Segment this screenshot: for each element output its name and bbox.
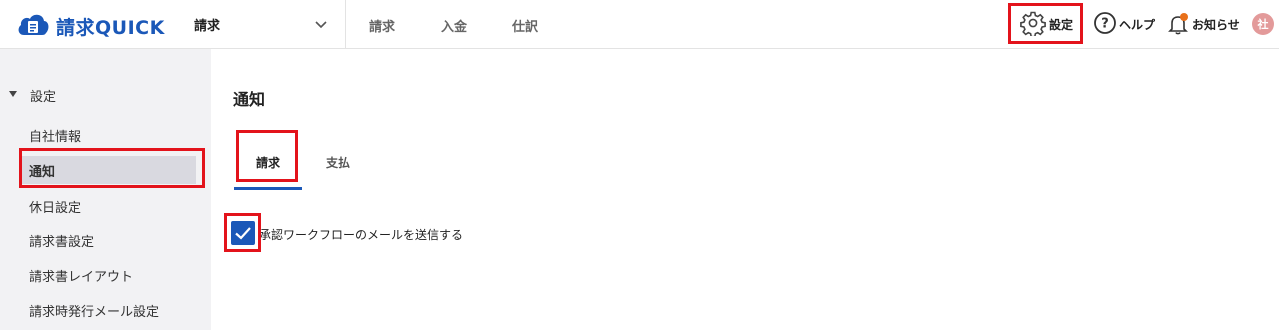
svg-text:?: ? bbox=[1101, 16, 1109, 31]
caret-down-icon bbox=[8, 88, 18, 103]
bell-icon bbox=[1168, 12, 1188, 36]
sidebar-item-label: 請求書設定 bbox=[29, 234, 95, 250]
avatar-initial: 社 bbox=[1252, 13, 1274, 35]
sidebar-item-label: 自社情報 bbox=[29, 129, 82, 145]
help-label: ヘルプ bbox=[1119, 17, 1156, 32]
notification-dot bbox=[1180, 13, 1188, 21]
sidebar-item-holiday[interactable]: 休日設定 bbox=[22, 192, 196, 220]
gear-icon bbox=[1020, 10, 1046, 39]
sidebar-item-invoice-settings[interactable]: 請求書設定 bbox=[22, 226, 196, 254]
sidebar-item-label: 請求書レイアウト bbox=[29, 269, 134, 285]
nav-payment-received[interactable]: 入金 bbox=[441, 16, 467, 35]
app-logo[interactable]: 請求QUICK bbox=[16, 9, 165, 43]
help-button[interactable]: ? ヘルプ bbox=[1093, 0, 1155, 48]
nav-journal[interactable]: 仕訳 bbox=[512, 16, 538, 35]
logo-text: 請求QUICK bbox=[56, 16, 165, 39]
check-icon bbox=[231, 227, 255, 249]
tab-payment[interactable]: 支払 bbox=[326, 154, 350, 171]
help-icon: ? bbox=[1093, 11, 1117, 38]
product-select[interactable]: 請求 bbox=[194, 13, 334, 35]
sidebar-item-label: 通知 bbox=[29, 164, 56, 180]
sidebar-item-invoice-layout[interactable]: 請求書レイアウト bbox=[22, 261, 196, 289]
cloud-logo-icon bbox=[16, 9, 50, 43]
tab-invoice[interactable]: 請求 bbox=[256, 154, 280, 171]
avatar[interactable]: 社 bbox=[1252, 0, 1274, 48]
page-title: 通知 bbox=[233, 90, 266, 109]
nav-invoice[interactable]: 請求 bbox=[369, 16, 395, 35]
notice-label: お知らせ bbox=[1192, 17, 1240, 32]
chevron-down-icon bbox=[314, 17, 328, 36]
settings-button[interactable]: 設定 bbox=[1020, 0, 1073, 48]
sidebar: 設定 自社情報 通知 休日設定 請求書設定 請求書レイアウト 請求時発行メール設… bbox=[0, 49, 211, 330]
product-select-value: 請求 bbox=[194, 18, 221, 34]
sidebar-item-label: 休日設定 bbox=[29, 200, 82, 216]
active-tab-indicator bbox=[234, 187, 302, 190]
approval-mail-label[interactable]: 承認ワークフローのメールを送信する bbox=[259, 226, 463, 243]
header-divider bbox=[345, 0, 346, 48]
sidebar-group-label: 設定 bbox=[30, 90, 57, 105]
notice-button[interactable]: お知らせ bbox=[1168, 0, 1240, 48]
sidebar-group-settings[interactable]: 設定 bbox=[8, 86, 56, 105]
sidebar-item-label: 請求時発行メール設定 bbox=[29, 304, 160, 320]
approval-mail-checkbox[interactable] bbox=[231, 221, 255, 245]
top-header: 請求QUICK 請求 請求 入金 仕訳 設定 ? ヘルプ お知らせ 社 bbox=[0, 0, 1279, 49]
sidebar-item-invoice-mail[interactable]: 請求時発行メール設定 bbox=[22, 296, 196, 324]
sidebar-item-company-info[interactable]: 自社情報 bbox=[22, 121, 196, 149]
sidebar-item-notification[interactable]: 通知 bbox=[22, 156, 196, 184]
settings-label: 設定 bbox=[1049, 17, 1074, 32]
